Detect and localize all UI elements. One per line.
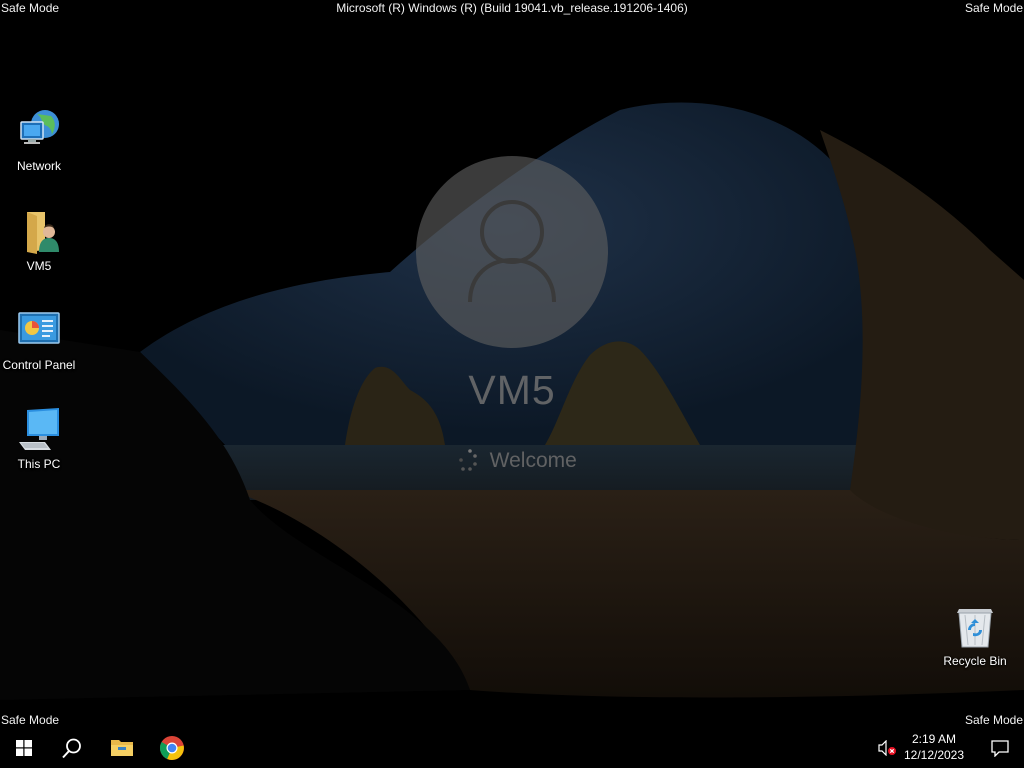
- control-panel-icon: [15, 307, 63, 355]
- search-button[interactable]: [48, 728, 96, 768]
- network-icon: [15, 108, 63, 156]
- desktop-icon-control-panel[interactable]: Control Panel: [1, 307, 77, 372]
- welcome-user-name: VM5: [468, 367, 556, 413]
- taskbar: 2:19 AM 12/12/2023: [0, 728, 1024, 768]
- system-clock[interactable]: 2:19 AM 12/12/2023: [899, 731, 969, 763]
- desktop-icon-label: Recycle Bin: [943, 654, 1007, 668]
- safe-mode-label-bottom-left: Safe Mode: [1, 713, 60, 727]
- safe-mode-label-top-right: Safe Mode: [964, 1, 1023, 15]
- desktop-icon-label: Network: [16, 159, 61, 173]
- chrome-icon: [159, 736, 184, 760]
- volume-muted-icon: [878, 740, 896, 756]
- recycle-bin-icon: [951, 603, 999, 651]
- search-icon: [62, 738, 81, 759]
- desktop-icon-recycle-bin[interactable]: Recycle Bin: [937, 603, 1013, 668]
- notification-icon: [991, 740, 1009, 757]
- user-folder-icon: [15, 208, 63, 256]
- safe-mode-label-bottom-right: Safe Mode: [964, 713, 1023, 727]
- loading-spinner-icon: [459, 449, 478, 471]
- user-avatar: [416, 156, 608, 348]
- chrome-button[interactable]: [148, 728, 196, 768]
- desktop-icon-user-folder[interactable]: VM5: [1, 208, 77, 273]
- file-explorer-icon: [111, 740, 133, 756]
- welcome-status-row: Welcome: [0, 447, 1024, 475]
- file-explorer-button[interactable]: [98, 728, 146, 768]
- desktop-icon-network[interactable]: Network: [1, 108, 77, 173]
- build-version-text: Microsoft (R) Windows (R) (Build 19041.v…: [336, 1, 688, 15]
- welcome-status-text: Welcome: [489, 449, 577, 472]
- user-silhouette-icon: [468, 200, 556, 303]
- windows-start-icon: [16, 740, 32, 756]
- volume-button[interactable]: [872, 728, 902, 768]
- clock-date: 12/12/2023: [903, 748, 965, 762]
- action-center-button[interactable]: [976, 728, 1024, 768]
- start-button[interactable]: [0, 728, 48, 768]
- clock-time: 2:19 AM: [911, 732, 957, 746]
- desktop-icon-label: VM5: [26, 259, 52, 273]
